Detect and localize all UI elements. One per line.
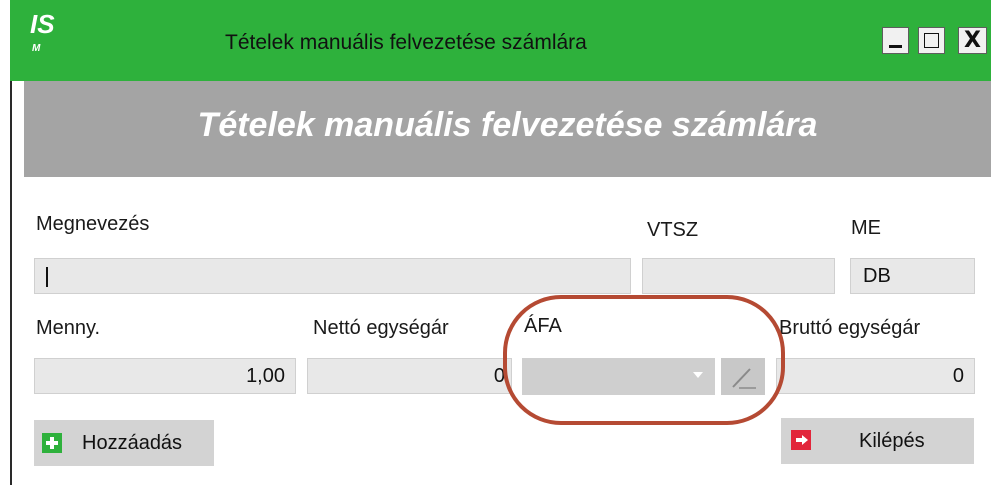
titlebar: IS M Tételek manuális felvezetése számlár…: [10, 0, 991, 81]
close-icon: X: [964, 28, 981, 53]
netto-egysegar-label: Nettó egységár: [313, 317, 449, 339]
menny-label: Menny.: [36, 317, 101, 339]
close-button[interactable]: X: [958, 27, 987, 54]
menny-input[interactable]: 1,00: [34, 358, 296, 394]
maximize-button[interactable]: [918, 27, 945, 54]
add-button-label: Hozzáadás: [82, 432, 183, 454]
add-button[interactable]: Hozzáadás: [34, 420, 214, 466]
maximize-icon: [924, 33, 939, 48]
netto-egysegar-input[interactable]: 0: [307, 358, 512, 394]
me-input[interactable]: DB: [850, 258, 975, 294]
brutto-egysegar-input[interactable]: 0: [776, 358, 975, 394]
vtsz-input[interactable]: [642, 258, 835, 294]
me-label: ME: [851, 217, 881, 239]
brutto-egysegar-label: Bruttó egységár: [779, 317, 921, 339]
window-title: Tételek manuális felvezetése számlára: [225, 31, 587, 54]
annotation-highlight-circle: [503, 295, 785, 425]
megnevezes-input[interactable]: [34, 258, 631, 294]
exit-button[interactable]: Kilépés: [781, 418, 974, 464]
vtsz-label: VTSZ: [647, 219, 699, 241]
plus-icon: [42, 433, 62, 453]
exit-button-label: Kilépés: [859, 430, 925, 452]
header-band: Tételek manuális felvezetése számlára: [24, 81, 991, 177]
text-caret: [46, 267, 48, 287]
app-logo-icon: IS M: [30, 9, 55, 54]
minimize-button[interactable]: [882, 27, 909, 54]
minimize-icon: [889, 45, 902, 48]
megnevezes-label: Megnevezés: [36, 213, 150, 235]
page-title: Tételek manuális felvezetése számlára: [197, 106, 818, 144]
exit-icon: [791, 430, 811, 450]
